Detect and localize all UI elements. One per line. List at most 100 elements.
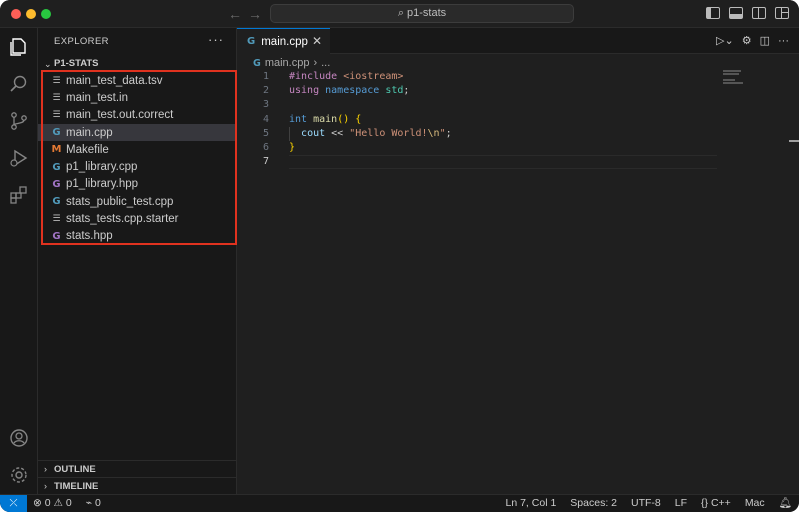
close-icon[interactable]: ✕ [312, 34, 322, 48]
line-endings[interactable]: LF [668, 495, 694, 512]
file-row[interactable]: G stats_public_test.cpp [38, 193, 237, 210]
platform[interactable]: Mac [738, 495, 772, 512]
breadcrumb-symbol[interactable]: ... [321, 57, 330, 69]
line-number: 7 [262, 156, 269, 168]
scroll-position-marker [789, 140, 799, 142]
settings-gear-icon[interactable] [8, 464, 30, 486]
lines-file-icon: ☰ [52, 75, 61, 86]
activity-bar [0, 28, 38, 494]
file-row[interactable]: ☰ stats_tests.cpp.starter [38, 210, 237, 227]
accounts-icon[interactable] [8, 427, 30, 449]
vscode-window: ← → ⌕ p1-stats EXPLORER ··· ⌄ P1-STATS ☰… [0, 0, 799, 512]
cpp-file-icon: G [253, 57, 261, 69]
editor-actions: ▷⌄ ⚙ ◫ ··· [716, 34, 789, 48]
split-editor-icon[interactable]: ◫ [760, 34, 770, 47]
minimize-window-button[interactable] [26, 9, 36, 19]
more-actions-icon[interactable]: ··· [208, 32, 224, 47]
line-number: 6 [262, 141, 269, 153]
file-name: stats.hpp [66, 230, 113, 243]
more-actions-icon[interactable]: ··· [778, 35, 789, 47]
error-icon: ⊗ [33, 497, 42, 509]
file-name: Makefile [66, 143, 109, 156]
ports-indicator[interactable]: ⌁ 0 [86, 495, 101, 512]
code-text: #include <iostream> [289, 71, 404, 82]
search-icon[interactable] [8, 73, 30, 95]
notifications-bell-icon[interactable]: 🔔︎ [772, 495, 799, 512]
explorer-sidebar: EXPLORER ··· ⌄ P1-STATS ☰ main_test_data… [38, 28, 237, 494]
broadcast-icon: ⌁ [85, 497, 93, 509]
file-row[interactable]: ☰ main_test.in [38, 89, 237, 106]
breadcrumb: G main.cpp › ... [253, 57, 330, 69]
lines-file-icon: ☰ [52, 214, 61, 225]
back-arrow-icon[interactable]: ← [228, 5, 242, 23]
forward-arrow-icon[interactable]: → [248, 5, 262, 23]
code-line: 3 [237, 98, 799, 112]
source-control-icon[interactable] [8, 110, 30, 132]
file-name: main_test.out.correct [66, 109, 174, 122]
folder-header[interactable]: ⌄ P1-STATS [38, 56, 237, 72]
encoding[interactable]: UTF-8 [624, 495, 668, 512]
file-row[interactable]: G p1_library.cpp [38, 158, 237, 175]
file-row[interactable]: ☰ main_test_data.tsv [38, 72, 237, 89]
warning-icon: ⚠ [53, 497, 63, 509]
breadcrumb-file[interactable]: main.cpp [265, 57, 310, 69]
remote-indicator-icon[interactable]: ⤫ [0, 495, 27, 512]
file-name: main_test.in [66, 91, 129, 104]
command-center-search[interactable]: ⌕ p1-stats [270, 4, 574, 23]
code-editor[interactable]: 1 #include <iostream> 2 using namespace … [237, 70, 799, 170]
maximize-window-button[interactable] [41, 9, 51, 19]
explorer-icon[interactable] [8, 36, 30, 58]
cpp-file-icon: G [52, 127, 61, 139]
cpp-file-icon: G [52, 196, 61, 208]
search-label: p1-stats [407, 7, 447, 19]
folder-name: P1-STATS [54, 58, 99, 69]
code-text: using namespace std; [289, 85, 410, 97]
line-number: 5 [262, 127, 269, 139]
run-icon[interactable]: ▷⌄ [716, 34, 734, 47]
lines-file-icon: ☰ [52, 92, 61, 103]
current-line-highlight [289, 155, 717, 170]
hpp-file-icon: G [52, 230, 61, 242]
toggle-panel-icon[interactable] [729, 7, 743, 19]
code-line: 6 } [237, 141, 799, 155]
problems-indicator[interactable]: ⊗ 0 ⚠ 0 [33, 495, 72, 512]
file-row[interactable]: G p1_library.hpp [38, 176, 237, 193]
chevron-right-icon: › [44, 481, 47, 491]
indent-guide [289, 127, 290, 141]
close-window-button[interactable] [11, 9, 21, 19]
error-count: 0 [44, 497, 51, 509]
language-mode[interactable]: {} C++ [694, 495, 738, 512]
file-row-active[interactable]: G main.cpp [38, 123, 237, 142]
lines-file-icon: ☰ [52, 110, 61, 121]
file-name: stats_public_test.cpp [66, 195, 174, 208]
code-text: cout << "Hello World!\n"; [301, 127, 452, 139]
title-bar: ← → ⌕ p1-stats [0, 0, 799, 28]
file-tree: ☰ main_test_data.tsv ☰ main_test.in ☰ ma… [38, 72, 237, 245]
file-name: p1_library.cpp [66, 161, 138, 174]
line-number: 1 [262, 71, 269, 82]
minimap[interactable] [723, 70, 747, 85]
file-row[interactable]: ☰ main_test.out.correct [38, 107, 237, 124]
file-row[interactable]: M Makefile [38, 141, 237, 158]
line-number: 2 [262, 85, 269, 97]
extensions-icon[interactable] [8, 184, 30, 206]
run-debug-icon[interactable] [8, 147, 30, 169]
timeline-section[interactable]: › TIMELINE [38, 477, 237, 494]
language-label: C++ [710, 497, 731, 509]
cursor-position[interactable]: Ln 7, Col 1 [499, 495, 564, 512]
braces-icon: {} [701, 497, 709, 509]
status-left: ⊗ 0 ⚠ 0 ⌁ 0 [33, 495, 101, 512]
tab-main-cpp[interactable]: G main.cpp ✕ [237, 28, 330, 54]
file-row[interactable]: G stats.hpp [38, 228, 237, 245]
toggle-secondary-sidebar-icon[interactable] [752, 7, 766, 19]
toggle-primary-sidebar-icon[interactable] [706, 7, 720, 19]
code-line: 5 cout << "Hello World!\n"; [237, 127, 799, 141]
indentation[interactable]: Spaces: 2 [563, 495, 624, 512]
tab-label: main.cpp [261, 35, 308, 48]
outline-section[interactable]: › OUTLINE [38, 460, 237, 477]
hpp-file-icon: G [52, 178, 61, 190]
customize-layout-icon[interactable] [775, 7, 789, 19]
code-line: 2 using namespace std; [237, 84, 799, 98]
file-name: main_test_data.tsv [66, 74, 163, 87]
gear-icon[interactable]: ⚙ [742, 34, 752, 47]
